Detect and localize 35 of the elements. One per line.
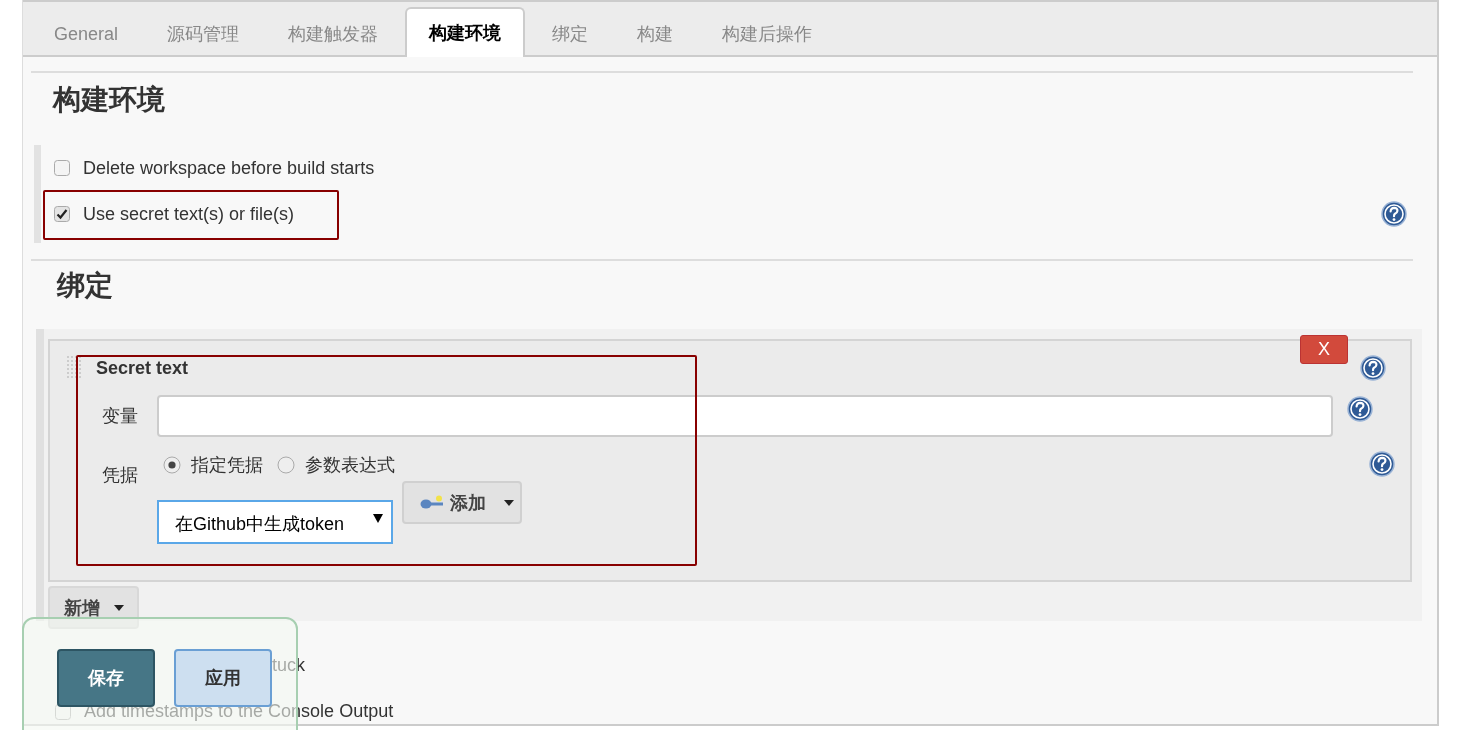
radio-label: 指定凭据 (191, 454, 263, 477)
delete-button[interactable]: X (1300, 335, 1348, 364)
tab[interactable]: General (32, 11, 141, 57)
checkbox[interactable] (54, 160, 70, 176)
help-icon[interactable] (1369, 451, 1395, 477)
dropdown-arrow-icon (373, 513, 383, 523)
tab[interactable]: 构建后操作 (700, 11, 835, 57)
checkbox[interactable] (54, 206, 70, 222)
binding-title: Secret text (96, 357, 189, 379)
tab[interactable]: 构建 (615, 11, 696, 57)
save-button[interactable]: 保存 (57, 649, 155, 707)
tab[interactable]: 构建环境 (405, 7, 526, 57)
drag-handle-icon[interactable] (66, 355, 84, 381)
help-icon[interactable] (1360, 355, 1386, 381)
help-icon[interactable] (1347, 396, 1373, 422)
checkbox-label: Use secret text(s) or file(s) (83, 203, 295, 225)
checkbox-label: Delete workspace before build starts (83, 157, 375, 179)
radio-label: 参数表达式 (305, 454, 395, 477)
add-credentials-button[interactable]: 添加 (402, 481, 522, 524)
tab[interactable]: 源码管理 (145, 11, 262, 57)
credentials-select[interactable]: 在Github中生成token (157, 500, 393, 544)
field-label: 变量 (101, 405, 139, 428)
radio-button[interactable] (277, 456, 295, 474)
caret-icon (504, 499, 514, 506)
tab[interactable]: 构建触发器 (266, 11, 401, 57)
radio-button[interactable] (163, 456, 181, 474)
section-heading: 绑定 (55, 269, 114, 303)
tab[interactable]: 绑定 (530, 11, 611, 57)
field-label: 凭据 (101, 464, 139, 487)
add-binding-button[interactable]: 新增 (48, 586, 139, 629)
section-heading: 构建环境 (51, 83, 166, 117)
key-icon (420, 494, 444, 511)
help-icon[interactable] (1381, 201, 1407, 227)
caret-icon (114, 604, 124, 611)
variable-input[interactable] (157, 395, 1333, 437)
